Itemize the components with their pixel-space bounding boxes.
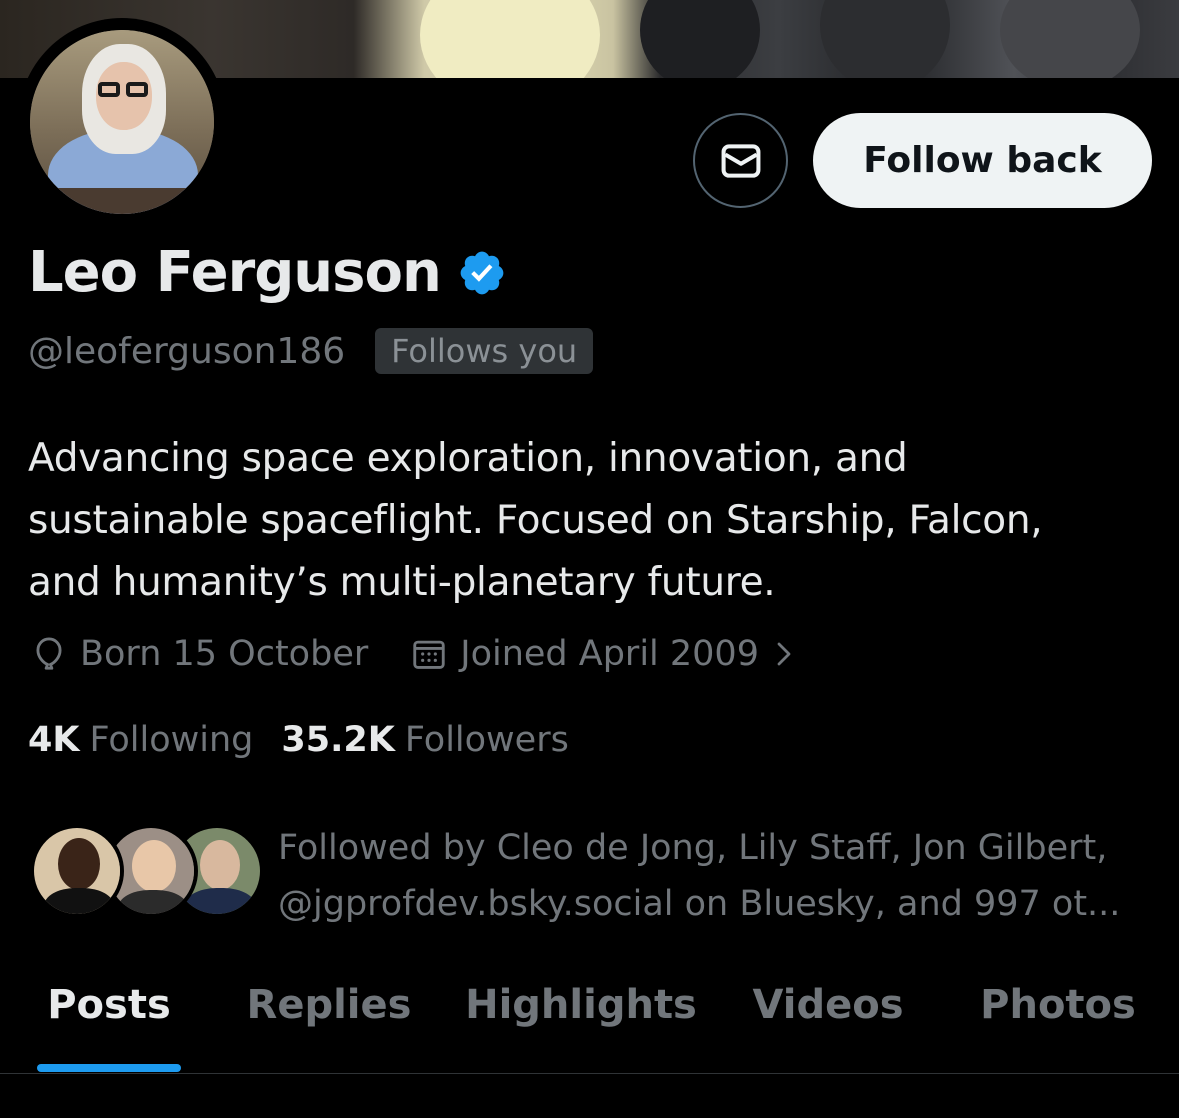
following-stat[interactable]: 4K Following [28, 720, 253, 760]
bio-line: Advancing space exploration, innovation,… [28, 436, 908, 481]
calendar-icon [413, 640, 445, 669]
followed-by-line: @jgprofdev.bsky.social on Bluesky, and 9… [278, 884, 1121, 924]
chevron-right-icon [777, 642, 791, 666]
mutual-avatars [30, 820, 264, 920]
followed-by-line: Followed by Cleo de Jong, Lily Staff, Jo… [278, 828, 1108, 868]
following-label: Following [89, 720, 254, 760]
followers-stat[interactable]: 35.2K Followers [281, 720, 568, 760]
bio-line: and humanity’s multi-planetary future. [28, 560, 776, 605]
tab-replies[interactable]: Replies [238, 968, 420, 1074]
followers-count: 35.2K [281, 720, 395, 760]
message-button[interactable] [693, 113, 788, 208]
profile-avatar[interactable] [18, 18, 226, 226]
follows-you-badge: Follows you [375, 328, 594, 374]
verified-badge-icon[interactable] [457, 248, 507, 298]
display-name: Leo Ferguson [28, 240, 442, 305]
birthday-text: Born 15 October [80, 634, 369, 674]
envelope-icon [721, 143, 760, 178]
followers-you-know[interactable]: Followed by Cleo de Jong, Lily Staff, Jo… [30, 820, 1120, 924]
followed-by-text: Followed by Cleo de Jong, Lily Staff, Jo… [278, 820, 1158, 932]
avatar-photo [30, 30, 214, 214]
tab-videos[interactable]: Videos [742, 968, 914, 1074]
profile-tabs: Posts Replies Highlights Videos Photos [0, 968, 1179, 1074]
handle-row: @leoferguson186 Follows you [28, 328, 594, 374]
tab-posts[interactable]: Posts [30, 968, 188, 1074]
tab-highlights[interactable]: Highlights [458, 968, 704, 1074]
balloon-icon [36, 637, 62, 670]
profile-meta: Born 15 October Joined April 2009 [30, 634, 799, 674]
join-date[interactable]: Joined April 2009 [410, 634, 799, 674]
follow-back-button[interactable]: Follow back [813, 113, 1152, 208]
profile-bio: Advancing space exploration, innovation,… [28, 428, 1148, 614]
join-date-text: Joined April 2009 [460, 634, 759, 674]
birthday: Born 15 October [30, 634, 368, 674]
name-row: Leo Ferguson [28, 240, 507, 305]
following-count: 4K [28, 720, 80, 760]
followers-label: Followers [404, 720, 569, 760]
follow-stats: 4K Following 35.2K Followers [28, 720, 569, 760]
username-handle: @leoferguson186 [28, 330, 346, 372]
active-tab-indicator [37, 1064, 181, 1072]
mutual-avatar [30, 824, 124, 918]
profile-page: Follow back Leo Ferguson @leoferguson186… [0, 0, 1179, 1118]
tab-photos[interactable]: Photos [970, 968, 1146, 1074]
bio-line: sustainable spaceflight. Focused on Star… [28, 498, 1043, 543]
